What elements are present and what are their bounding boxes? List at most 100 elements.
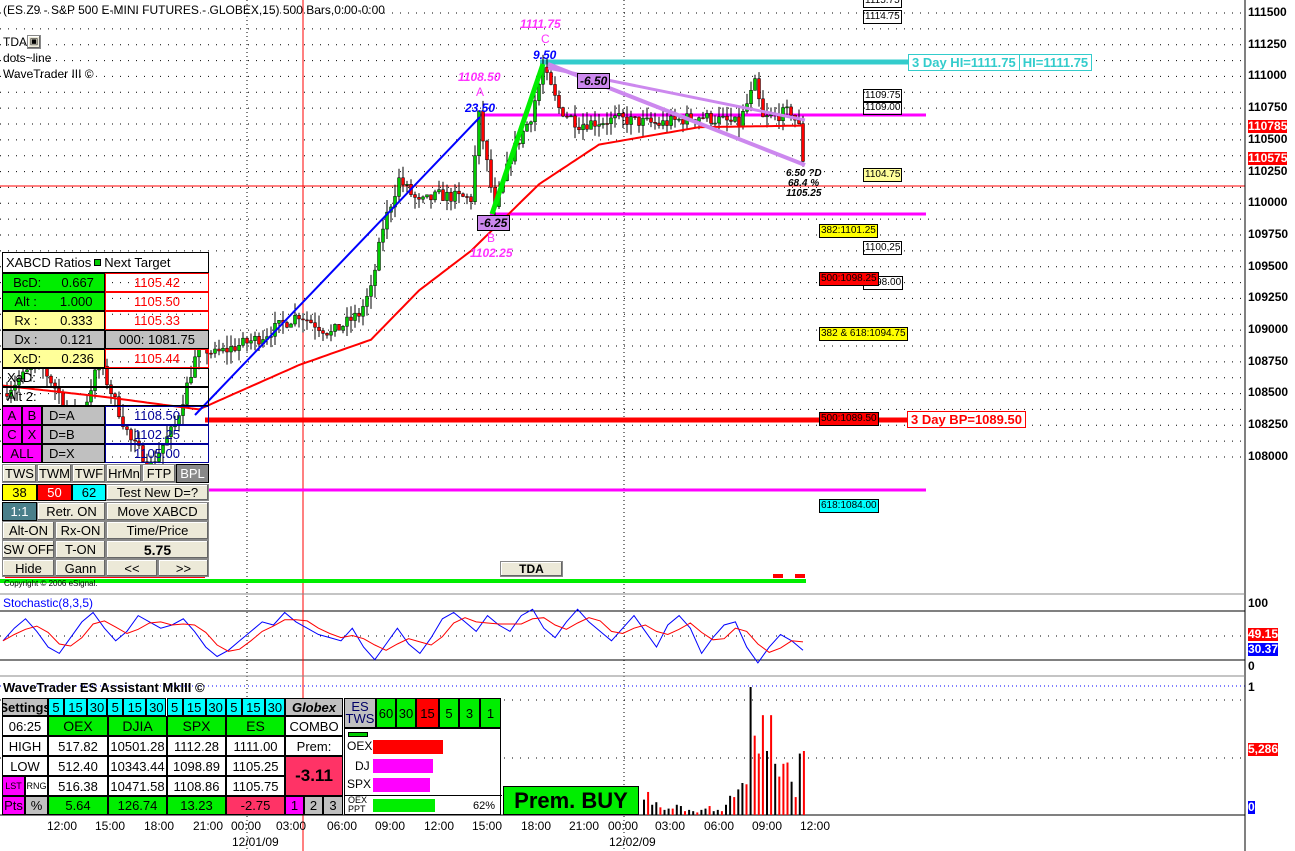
d-equals-a[interactable]: D=A [42,406,105,425]
wavetrader-label: WaveTrader III © [3,67,94,81]
candle [321,330,325,334]
alt-on-button[interactable]: Alt-ON [2,521,55,540]
point-a-button[interactable]: A [2,406,22,425]
candle [357,312,361,317]
ftp-button[interactable]: FTP [142,464,176,483]
sw-off-button[interactable]: SW OFF [2,540,55,559]
timeframe-button[interactable]: 30 [87,698,107,716]
ratio-value: 0.121 [60,332,93,347]
es-tws-label: ES TWS [344,698,376,728]
timeframe-button[interactable]: 5 [48,698,64,716]
twf-button[interactable]: TWF [72,464,106,483]
hide-button[interactable]: Hide [2,559,55,577]
candle [313,322,317,328]
page-2-button[interactable]: 2 [304,796,323,815]
lst-button[interactable]: LST [2,776,25,796]
timeframe-button[interactable]: 5 [107,698,124,716]
candle [681,118,685,125]
candle [453,190,457,202]
tws-30[interactable]: 30 [396,698,416,728]
fib-38-button[interactable]: 38 [2,484,37,501]
rx-on-button[interactable]: Rx-ON [55,521,106,540]
c-price: 1111.75 [520,17,561,31]
candle [397,177,401,197]
volume-bar [716,809,719,815]
fib-50-button[interactable]: 50 [37,484,72,501]
stoch-axis-top: 100 [1248,596,1269,610]
status-square-icon [94,259,102,266]
point-x-button[interactable]: X [22,425,42,444]
spx-last: 1108.86 [167,776,226,796]
ratio-key: BcD: [13,275,42,290]
candle [381,228,385,243]
timeframe-button[interactable]: 5 [225,698,242,716]
fib-62-button[interactable]: 62 [72,484,106,501]
candle [465,196,469,198]
oex-pts: 5.64 [48,796,108,815]
timeframe-button[interactable]: 15 [64,698,87,716]
high-text: HI=1111.75 [1022,55,1089,70]
page-1-button[interactable]: 1 [285,796,304,815]
tws-button[interactable]: TWS [2,464,37,483]
retr-on-button[interactable]: Retr. ON [37,502,106,521]
xabcd-title: XABCD Ratios [6,255,92,270]
move-xabcd-button[interactable]: Move XABCD [106,502,209,521]
lock-icon[interactable]: ▣ [27,35,41,49]
timeframe-button[interactable]: 30 [146,698,167,716]
xabcd-panel: XABCD Ratios Next Target BcD: 0.667 1105.… [2,252,209,589]
candle [613,115,617,119]
timeframe-button[interactable]: 15 [241,698,265,716]
date-tick: 12/02/09 [609,835,656,849]
bc-leg-line [489,63,546,215]
candle [761,98,765,118]
rng-button[interactable]: RNG [25,776,48,796]
tws-5[interactable]: 5 [439,698,459,728]
tda-button[interactable]: TDA [500,561,563,577]
candle [345,316,349,327]
twm-button[interactable]: TWM [37,464,72,483]
next-button[interactable]: >> [158,559,209,577]
settings-button[interactable]: Settings [2,698,48,716]
candle [721,115,725,118]
gann-button[interactable]: Gann [55,559,106,577]
col-es: ES [226,716,285,736]
timeframe-button[interactable]: 15 [182,698,206,716]
tws-60[interactable]: 60 [376,698,396,728]
c-move: 9.50 [533,48,557,62]
fib-label: 500:1089.50 [819,412,879,426]
level-label: 1114.75 [863,10,902,24]
point-all-button[interactable]: ALL [2,444,42,463]
time-price-button[interactable]: Time/Price [106,521,209,540]
timeframe-button[interactable]: 5 [166,698,183,716]
d-equals-b[interactable]: D=B [42,425,105,444]
3day-bp-label: 3 Day BP=1089.50 [907,411,1026,428]
candle [341,326,345,331]
candle [713,122,717,125]
bpl-button[interactable]: BPL [176,464,209,483]
point-b-button[interactable]: B [22,406,42,425]
pts-button[interactable]: Pts [2,796,25,815]
tws-3[interactable]: 3 [459,698,480,728]
tws-1[interactable]: 1 [480,698,501,728]
page-3-button[interactable]: 3 [323,796,343,815]
timeframe-button[interactable]: 30 [205,698,226,716]
candle [677,118,681,121]
d-equals-x[interactable]: D=X [42,444,105,463]
premium-signal-badge: Prem. BUY [503,786,639,815]
t-on-button[interactable]: T-ON [55,540,106,559]
candle [705,113,709,119]
hrmn-button[interactable]: HrMn [106,464,142,483]
tws-15[interactable]: 15 [416,698,439,728]
test-new-d-button[interactable]: Test New D=? [106,484,209,501]
point-c-button[interactable]: C [2,425,22,444]
pct-button[interactable]: % [25,796,48,815]
price-tick: 109250 [1248,290,1289,305]
timeframe-button[interactable]: 15 [123,698,147,716]
ratio-1-1-button[interactable]: 1:1 [2,502,37,521]
oex-last: 516.38 [48,776,108,796]
volume-bar [733,797,736,815]
candle [401,177,405,186]
prev-button[interactable]: << [106,559,158,577]
time-price-value: 5.75 [106,540,209,559]
timeframe-button[interactable]: 30 [264,698,285,716]
